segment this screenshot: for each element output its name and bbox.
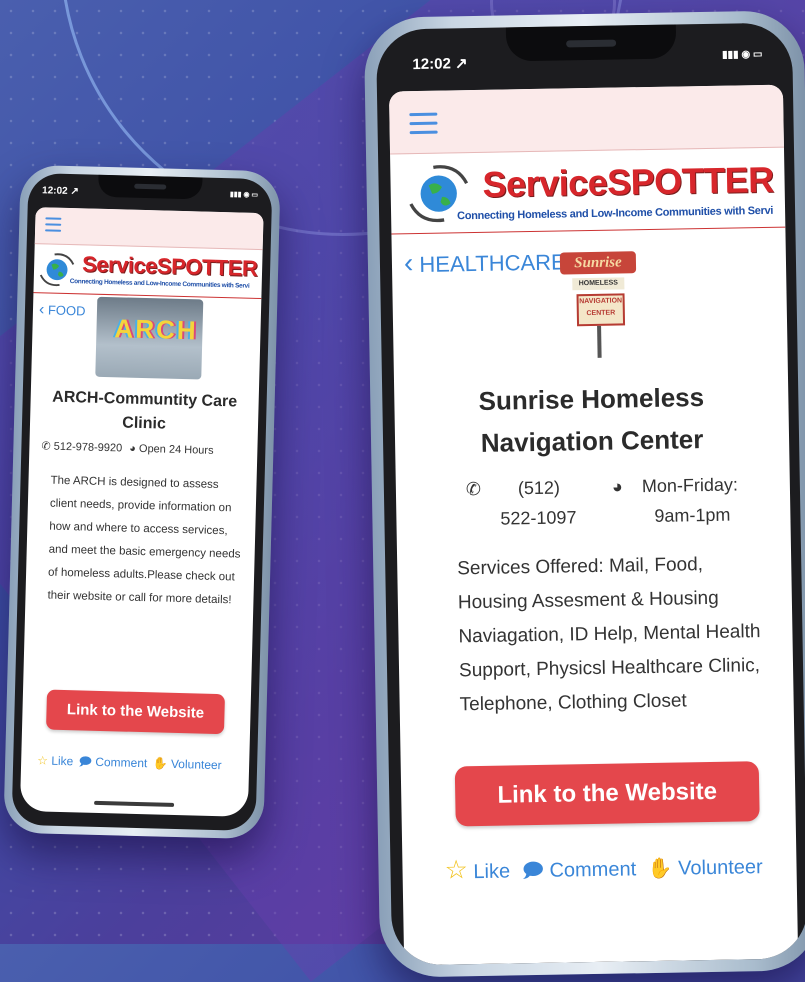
left-website-button[interactable]: Link to the Website <box>46 689 225 735</box>
right-top-bar <box>388 84 784 155</box>
left-app-view: ServiceSPOTTER Connecting Homeless and L… <box>19 207 264 817</box>
right-phone: 12:02 ↗ ▮▮▮ ◉ ▭ ServiceSPOTTER Connectin… <box>363 10 805 978</box>
right-hand-icon: ✋ <box>647 857 673 881</box>
left-speaker <box>134 183 167 190</box>
left-service-photo: ARCH <box>95 296 204 380</box>
left-action-row: ☆ Like 🗩 Comment ✋ Volunteer <box>37 751 222 777</box>
right-service-title: Sunrise Homeless Navigation Center <box>434 375 749 464</box>
right-comment-link[interactable]: Comment <box>549 858 636 882</box>
right-brand-title: ServiceSPOTTER <box>482 158 775 205</box>
left-back-link[interactable]: ‹ FOOD <box>39 301 86 320</box>
right-clock-icon: ◕ <box>611 476 623 497</box>
left-phone-number[interactable]: 512-978-9920 <box>54 441 123 455</box>
right-title-line2: Navigation Center <box>480 424 704 458</box>
right-sign-bottom-line2: CENTER <box>586 309 616 318</box>
right-sign-bottom: NAVIGATION CENTER <box>576 293 626 327</box>
left-status-icons: ▮▮▮ ◉ ▭ <box>229 191 259 199</box>
right-speaker <box>566 39 617 48</box>
right-action-row: ☆ Like 🗩 Comment ✋ Volunteer <box>444 849 763 892</box>
left-home-indicator <box>94 800 175 807</box>
left-contact-row: ✆ 512-978-9920 ◕ Open 24 Hours <box>41 439 213 457</box>
right-back-link[interactable]: ‹ HEALTHCARE <box>404 244 566 279</box>
left-phone-screen: 12:02 ↗ ▮▮▮ ◉ ▭ ServiceSPOTTER Connectin… <box>11 172 273 832</box>
left-comment-link[interactable]: Comment <box>95 755 147 770</box>
left-clock-icon: ◕ <box>129 442 137 455</box>
right-phone-line2[interactable]: 522-1097 <box>500 502 577 533</box>
right-volunteer-link[interactable]: Volunteer <box>678 856 763 879</box>
left-hand-icon: ✋ <box>152 756 168 771</box>
left-notch <box>97 174 203 200</box>
right-notch <box>505 24 677 62</box>
left-hours: Open 24 Hours <box>138 442 214 457</box>
left-menu-icon[interactable] <box>45 217 62 232</box>
right-hours-line2: 9am-1pm <box>654 504 731 526</box>
right-hours-line1: Mon-Friday: <box>641 474 739 497</box>
right-phone-screen: 12:02 ↗ ▮▮▮ ◉ ▭ ServiceSPOTTER Connectin… <box>375 22 805 966</box>
left-star-icon: ☆ <box>37 753 49 768</box>
right-sign-top: Sunrise <box>559 251 637 275</box>
right-hours-block: ◕ Mon-Friday: 9am-1pm <box>612 469 739 531</box>
right-back-label: HEALTHCARE <box>419 249 566 277</box>
left-phone: 12:02 ↗ ▮▮▮ ◉ ▭ ServiceSPOTTER Connectin… <box>3 164 281 840</box>
left-photo-sign-text: ARCH <box>114 313 199 346</box>
right-service-sign-image: Sunrise HOMELESS NAVIGATION CENTER <box>558 247 640 358</box>
right-phone-icon: ✆ <box>465 478 482 500</box>
right-like-link[interactable]: Like <box>473 860 510 883</box>
left-location-arrow-icon: ↗ <box>70 186 79 198</box>
right-website-button[interactable]: Link to the Website <box>454 761 760 827</box>
left-chevron-left-icon: ‹ <box>38 301 45 319</box>
right-app-view: ServiceSPOTTER Connecting Homeless and L… <box>388 84 799 966</box>
left-comment-icon: 🗩 <box>78 754 93 769</box>
right-brand-subtitle: Connecting Homeless and Low-Income Commu… <box>457 204 774 223</box>
right-menu-icon[interactable] <box>409 112 438 135</box>
left-back-label: FOOD <box>47 302 86 319</box>
right-star-icon: ☆ <box>444 854 469 885</box>
right-brand-header: ServiceSPOTTER Connecting Homeless and L… <box>390 148 786 235</box>
right-description: Services Offered: Mail, Food, Housing As… <box>457 554 761 716</box>
left-top-bar <box>34 207 264 251</box>
left-like-link[interactable]: Like <box>51 754 73 769</box>
left-service-title: ARCH-Communtity Care Clinic <box>52 388 238 433</box>
right-sign-middle: HOMELESS <box>572 277 625 291</box>
right-status-icons: ▮▮▮ ◉ ▭ <box>722 48 763 61</box>
left-brand-title: ServiceSPOTTER <box>81 251 258 281</box>
right-sign-bottom-line1: NAVIGATION <box>579 297 623 306</box>
left-description: The ARCH is designed to assess client ne… <box>47 474 241 607</box>
left-volunteer-link[interactable]: Volunteer <box>171 757 222 772</box>
right-chevron-left-icon: ‹ <box>403 247 414 279</box>
right-phone-line1[interactable]: (512) <box>518 472 577 503</box>
right-comment-icon: 🗩 <box>521 859 545 883</box>
right-status-time: 12:02 <box>412 55 451 74</box>
right-phone-block: ✆ (512) 522-1097 <box>466 472 577 534</box>
right-title-line1: Sunrise Homeless <box>478 382 705 416</box>
left-phone-icon: ✆ <box>41 440 51 453</box>
left-brand-header: ServiceSPOTTER Connecting Homeless and L… <box>33 244 263 300</box>
right-location-arrow-icon: ↗ <box>454 55 468 73</box>
left-status-time: 12:02 <box>41 185 68 197</box>
right-sign-post <box>597 325 602 358</box>
